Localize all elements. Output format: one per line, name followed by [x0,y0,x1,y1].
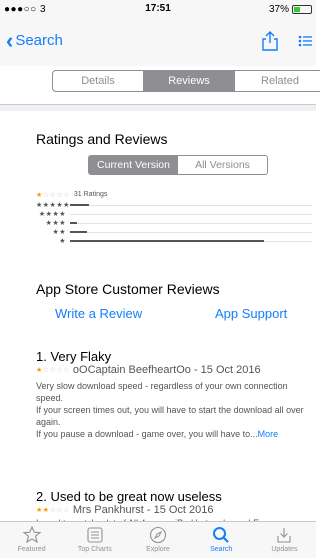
nav-actions [260,30,312,52]
search-icon [213,527,229,543]
review-stars: ★☆☆☆☆ [36,367,70,374]
tab-current-version[interactable]: Current Version [89,156,178,174]
rating-bar [70,221,78,224]
download-tray-icon [277,528,291,543]
rating-track [70,239,312,242]
reviews-card: Ratings and Reviews Current Version All … [0,111,316,525]
battery-percent: 37% [268,4,289,15]
tab-explore[interactable]: Explore [126,522,189,558]
tab-featured[interactable]: Featured [0,522,63,558]
app-support-link[interactable]: App Support [215,306,287,321]
reviews-content[interactable]: Ratings and Reviews Current Version All … [0,105,316,525]
ratings-count: 31 Ratings [73,191,108,198]
tab-search[interactable]: Search [190,522,253,558]
rating-bar [70,203,90,206]
tab-label: Updates [271,546,298,553]
rating-row-3: ★★★ [36,219,312,227]
tab-label: Featured [17,546,46,553]
two-star-label: ★★ [52,229,66,236]
average-stars: ★☆☆☆☆ [36,192,70,199]
ratings-heading: Ratings and Reviews [36,131,168,147]
status-bar: ●●●○○ 3 17:51 37% [0,0,316,18]
navigation-bar: ‹ Search [0,18,316,66]
tab-label: Search [210,546,233,553]
write-review-link[interactable]: Write a Review [55,306,142,321]
battery-icon [292,5,312,14]
review-meta: ★★☆☆☆ Mrs Pankhurst - 15 Oct 2016 [36,504,214,516]
review-text: Very slow download speed - regardless of… [36,381,288,403]
list-icon [87,527,103,543]
tab-bar: Featured Top Charts Explore Search Updat… [0,521,316,558]
review-title: 1. Very Flaky [36,349,112,364]
rating-bar [70,230,87,233]
customer-reviews-heading: App Store Customer Reviews [36,281,220,297]
tab-label: Top Charts [77,546,112,553]
review-author-date: Mrs Pankhurst - 15 Oct 2016 [72,504,214,516]
rating-row-5: ★★★★★ [36,201,312,209]
tab-top-charts[interactable]: Top Charts [63,522,126,558]
rating-row-1: ★ [36,237,312,245]
review-meta: ★☆☆☆☆ oOCaptain BeefheartOo - 15 Oct 201… [36,364,261,376]
rating-track [70,230,312,233]
review-body: Very slow download speed - regardless of… [36,380,316,440]
rating-row-2: ★★ [36,228,312,236]
tab-related[interactable]: Related [235,71,320,91]
share-icon[interactable] [260,30,280,52]
five-star-label: ★★★★★ [36,202,70,209]
review-author-date: oOCaptain BeefheartOo - 15 Oct 2016 [72,364,261,376]
compass-icon [149,526,167,544]
three-star-label: ★★★ [45,220,66,227]
one-star-label: ★ [59,238,66,245]
star-icon [22,525,42,544]
tab-all-versions[interactable]: All Versions [178,156,267,174]
rating-track [70,221,312,224]
rating-track [70,203,312,206]
tab-reviews[interactable]: Reviews [144,71,235,91]
detail-segmented-control: Details Reviews Related [52,70,320,92]
four-star-label: ★★★★ [38,211,66,218]
back-button[interactable]: ‹ Search [6,27,63,53]
more-link[interactable]: More [258,429,279,439]
back-label: Search [15,32,63,49]
review-text-truncated: If you pause a download - game over, you… [36,429,258,439]
rating-track [70,213,312,215]
tab-updates[interactable]: Updates [253,522,316,558]
review-text: If you pause a download - game over, you… [36,428,316,440]
review-stars: ★★☆☆☆ [36,507,70,514]
version-segmented-control: Current Version All Versions [88,155,268,175]
battery-indicator: 37% [269,4,312,15]
tab-label: Explore [146,546,170,553]
list-icon[interactable] [298,30,312,52]
review-text: If your screen times out, you will have … [36,405,304,427]
review-title: 2. Used to be great now useless [36,489,222,504]
rating-bar [70,239,264,242]
tab-details[interactable]: Details [53,71,144,91]
chevron-left-icon: ‹ [6,27,14,53]
ratings-summary: ★☆☆☆☆ 31 Ratings [36,191,107,199]
rating-row-4: ★★★★ [36,210,312,218]
